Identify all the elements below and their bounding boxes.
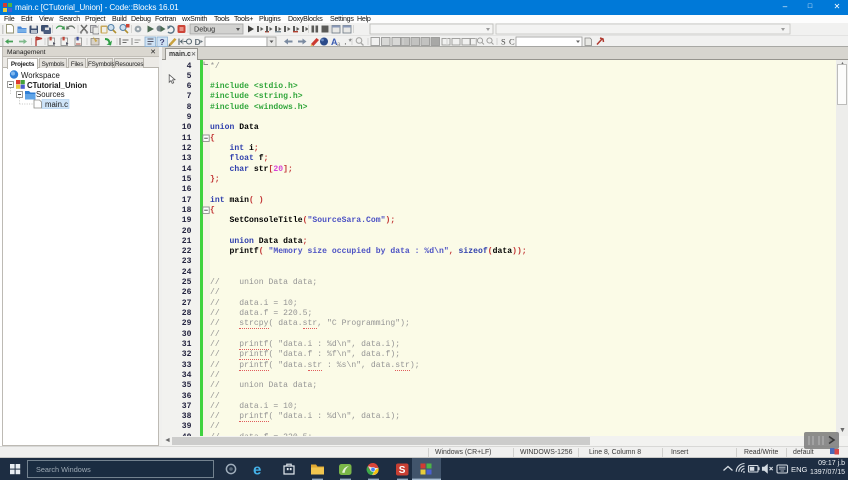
svg-text:S: S [399, 465, 406, 476]
svg-text:e: e [253, 462, 261, 479]
svg-text:?: ? [160, 37, 165, 47]
svg-text:S: S [501, 37, 506, 47]
svg-text:D: D [195, 37, 201, 47]
svg-text:C: C [509, 37, 515, 47]
svg-text:.*: .* [343, 39, 353, 48]
svg-text:Debug: Debug [194, 25, 215, 34]
